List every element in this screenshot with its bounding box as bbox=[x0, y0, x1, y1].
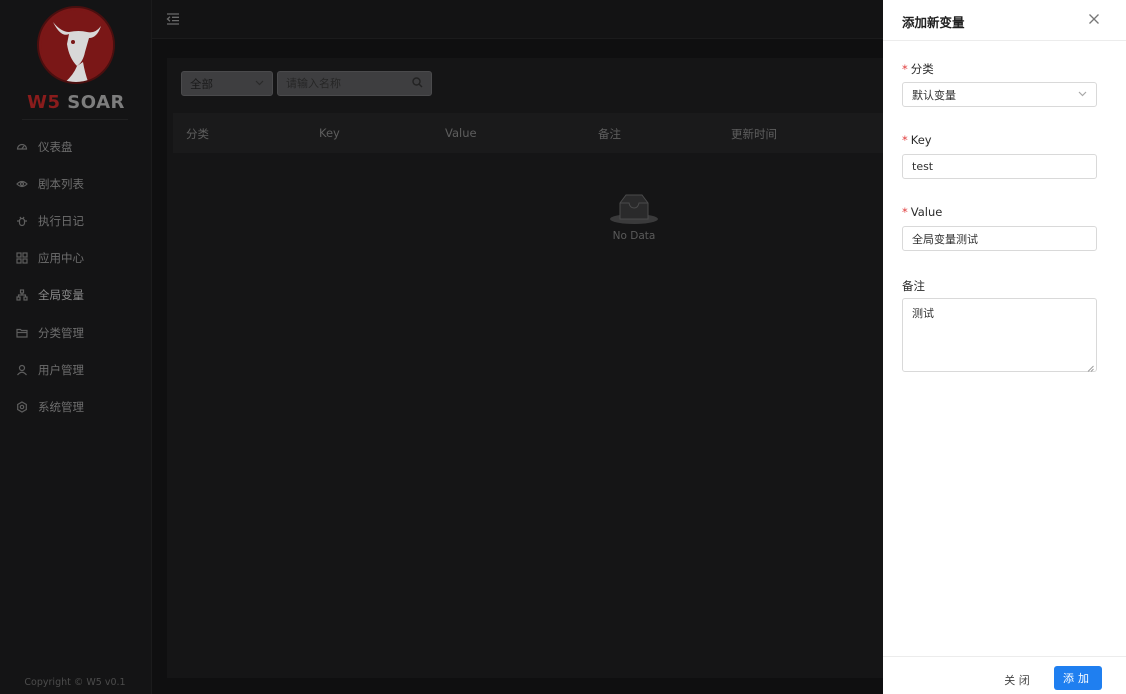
sidebar-item-dashboard[interactable]: 仪表盘 bbox=[0, 128, 152, 165]
logo-divider bbox=[22, 119, 128, 120]
value-field-value: 全局变量测试 bbox=[912, 232, 978, 246]
key-field-value: test bbox=[912, 160, 934, 173]
dashboard-icon bbox=[16, 141, 28, 153]
search-icon[interactable] bbox=[412, 76, 423, 91]
empty-inbox-icon bbox=[608, 194, 660, 228]
folder-icon bbox=[16, 327, 28, 339]
sidebar-item-label: 执行日记 bbox=[38, 213, 84, 228]
key-label-text: Key bbox=[910, 133, 932, 147]
empty-state: No Data bbox=[608, 191, 660, 242]
filter-toolbar: 全部 bbox=[181, 71, 432, 97]
drawer-header: 添加新变量 bbox=[883, 0, 1126, 41]
sidebar-item-label: 全局变量 bbox=[38, 288, 84, 303]
logo-text: W5 SOAR bbox=[22, 92, 130, 113]
main-content: 全部 分类 Key Value 备注 更新时间 No Data bbox=[167, 58, 883, 678]
drawer-footer: 关 闭 添加 bbox=[883, 656, 1126, 694]
sidebar-item-logs[interactable]: 执行日记 bbox=[0, 202, 152, 239]
playbook-icon bbox=[16, 178, 28, 190]
chevron-down-icon bbox=[255, 79, 264, 89]
required-mark: * bbox=[902, 62, 908, 76]
column-header-remark[interactable]: 备注 bbox=[598, 126, 621, 142]
key-field[interactable]: test bbox=[902, 154, 1097, 179]
logo: W5 SOAR bbox=[22, 6, 130, 118]
settings-icon bbox=[16, 401, 28, 413]
required-mark: * bbox=[902, 205, 908, 219]
drawer-title: 添加新变量 bbox=[902, 15, 965, 30]
category-field[interactable]: 默认变量 bbox=[902, 82, 1097, 107]
add-variable-drawer: 添加新变量 * 分类 默认变量 * Key test * Value 全局变量测试 备… bbox=[883, 0, 1126, 694]
category-label: * 分类 bbox=[902, 61, 934, 77]
column-header-value[interactable]: Value bbox=[445, 126, 477, 140]
sidebar-item-label: 系统管理 bbox=[38, 399, 84, 414]
category-select-value: 全部 bbox=[190, 76, 213, 91]
column-header-category[interactable]: 分类 bbox=[186, 126, 209, 142]
remark-label: 备注 bbox=[902, 279, 925, 293]
search-box bbox=[277, 71, 432, 96]
sidebar-item-label: 用户管理 bbox=[38, 362, 84, 377]
apps-icon bbox=[16, 252, 28, 264]
cluster-icon bbox=[16, 289, 28, 301]
sidebar-item-apps[interactable]: 应用中心 bbox=[0, 240, 152, 277]
sidebar: W5 SOAR 仪表盘 剧本列表 执行日记 应用中心 全局变量 分类管理 用户管… bbox=[0, 0, 152, 694]
chevron-down-icon bbox=[1078, 90, 1087, 100]
key-label: * Key bbox=[902, 133, 932, 147]
remark-textarea-value: 测试 bbox=[912, 307, 934, 320]
logo-w5: W5 bbox=[27, 92, 61, 113]
sidebar-item-system[interactable]: 系统管理 bbox=[0, 388, 152, 425]
sidebar-item-label: 仪表盘 bbox=[38, 139, 73, 154]
close-icon[interactable] bbox=[1088, 13, 1100, 25]
sidebar-item-label: 剧本列表 bbox=[38, 176, 84, 191]
column-header-updated-time[interactable]: 更新时间 bbox=[731, 126, 777, 142]
table-header: 分类 Key Value 备注 更新时间 bbox=[173, 113, 883, 153]
bug-icon bbox=[16, 215, 28, 227]
sidebar-item-global-variables[interactable]: 全局变量 bbox=[0, 277, 152, 314]
bull-logo-icon bbox=[37, 6, 115, 84]
sidebar-item-categories[interactable]: 分类管理 bbox=[0, 314, 152, 351]
sidebar-menu: 仪表盘 剧本列表 执行日记 应用中心 全局变量 分类管理 用户管理 系统管理 bbox=[0, 128, 152, 426]
sidebar-item-label: 分类管理 bbox=[38, 325, 84, 340]
sidebar-item-playbooks[interactable]: 剧本列表 bbox=[0, 165, 152, 202]
value-label-text: Value bbox=[910, 205, 943, 219]
category-label-text: 分类 bbox=[910, 62, 934, 76]
menu-fold-icon[interactable] bbox=[166, 13, 180, 25]
top-header bbox=[152, 0, 883, 39]
copyright: Copyright © W5 v0.1 bbox=[24, 677, 126, 688]
category-select[interactable]: 全部 bbox=[181, 71, 273, 96]
column-header-key[interactable]: Key bbox=[319, 126, 340, 140]
empty-text: No Data bbox=[612, 230, 656, 242]
logo-soar: SOAR bbox=[67, 92, 125, 113]
add-button[interactable]: 添加 bbox=[1054, 666, 1102, 690]
search-input[interactable] bbox=[286, 77, 406, 90]
sidebar-item-users[interactable]: 用户管理 bbox=[0, 351, 152, 388]
required-mark: * bbox=[902, 133, 908, 147]
close-button[interactable]: 关 闭 bbox=[995, 668, 1039, 692]
category-field-value: 默认变量 bbox=[912, 88, 956, 102]
remark-textarea[interactable]: 测试 bbox=[902, 298, 1097, 372]
resize-handle-icon[interactable] bbox=[1087, 362, 1094, 372]
value-label: * Value bbox=[902, 205, 942, 219]
sidebar-item-label: 应用中心 bbox=[38, 251, 84, 266]
value-field[interactable]: 全局变量测试 bbox=[902, 226, 1097, 251]
user-icon bbox=[16, 364, 28, 376]
